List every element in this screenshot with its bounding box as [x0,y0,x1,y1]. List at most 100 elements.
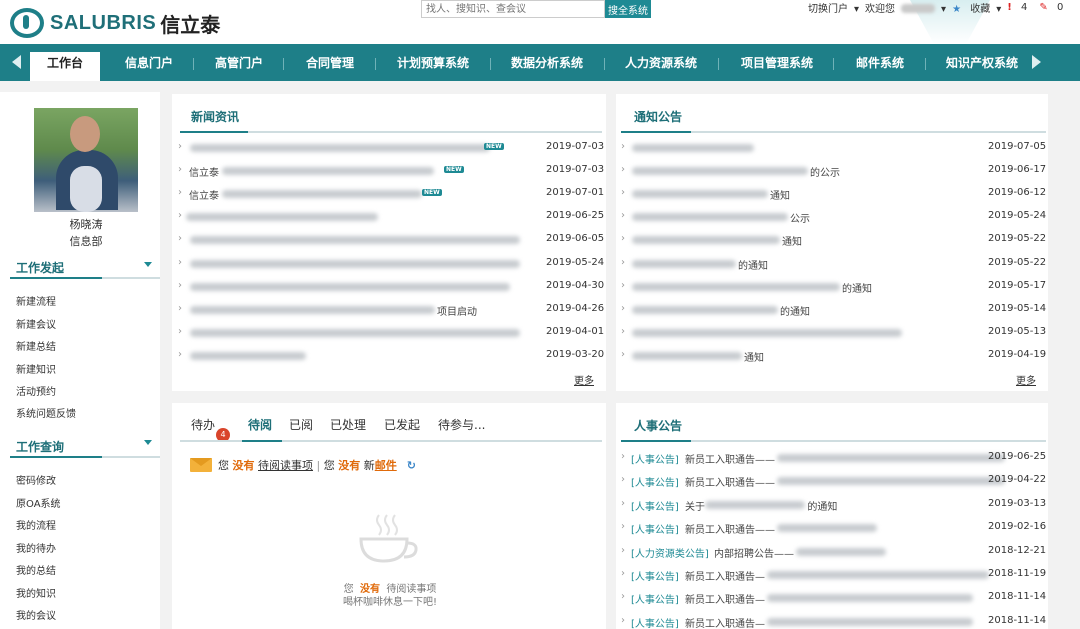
hr-category-tag[interactable]: [人事公告] [631,451,679,466]
notice-title-blurred[interactable] [632,351,742,360]
search-all-button[interactable]: 搜全系统 [605,0,651,18]
hr-title-text[interactable]: 内部招聘公告—— [714,545,794,560]
news-title-blurred[interactable] [190,328,520,337]
notice-title-blurred[interactable] [632,282,840,291]
tab-read[interactable]: 已阅 [289,416,313,433]
news-title-blurred[interactable] [222,190,422,199]
hr-category-tag[interactable]: [人事公告] [631,568,679,583]
notice-title-blurred[interactable] [632,190,768,199]
hr-title-blurred[interactable] [776,524,877,533]
news-title-blurred[interactable] [190,236,520,245]
news-title-blurred[interactable] [190,144,490,152]
notice-title-suffix[interactable]: 通知 [770,187,790,202]
tab-to-read[interactable]: 待阅 [248,416,272,433]
search-input[interactable] [421,0,605,18]
hr-title-blurred[interactable] [776,454,1005,462]
refresh-icon[interactable]: ↻ [407,459,416,472]
hr-title-text[interactable]: 新员工入职通告— [685,568,765,583]
hr-title-text[interactable]: 新员工入职通告—— [685,474,775,489]
hr-category-tag[interactable]: [人事公告] [631,474,679,489]
news-title-blurred[interactable] [190,351,306,360]
switch-portal-menu[interactable]: 切换门户 ▾ [808,0,859,15]
side-link-my-knowledge[interactable]: 我的知识 [16,585,56,600]
pending-read-link[interactable]: 待阅读事项 [258,457,313,473]
news-title-blurred[interactable] [186,213,378,222]
tab-to-participate[interactable]: 待参与... [438,416,485,433]
side-link-my-summary[interactable]: 我的总结 [16,562,56,577]
notice-title-blurred[interactable] [632,305,778,314]
hr-title-blurred[interactable] [766,594,973,603]
nav-tab-info-portal[interactable]: 信息门户 [112,54,186,70]
notice-title-suffix[interactable]: 通知 [744,349,764,364]
brand-logo[interactable]: SALUBRIS 信立泰 [10,8,220,38]
hr-title-blurred[interactable] [795,547,886,556]
side-link-old-oa[interactable]: 原OA系统 [16,495,61,510]
nav-tab-exec-portal[interactable]: 高管门户 [203,54,275,70]
side-link-booking[interactable]: 活动预约 [16,383,56,398]
side-link-my-flow[interactable]: 我的流程 [16,517,56,532]
hr-category-tag[interactable]: [人事公告] [631,498,679,513]
hr-title-suffix[interactable]: 的通知 [807,498,837,513]
notice-title-blurred[interactable] [632,144,754,152]
alert-counter[interactable]: ! 4 [1007,2,1033,13]
notice-title-blurred[interactable] [632,259,736,268]
hr-title-text[interactable]: 新员工入职通告—— [685,451,775,466]
hr-title-text[interactable]: 关于 [685,498,705,513]
side-link-new-summary[interactable]: 新建总结 [16,338,56,353]
side-link-new-knowledge[interactable]: 新建知识 [16,361,56,376]
hr-title-blurred[interactable] [705,500,806,509]
hr-category-tag[interactable]: [人事公告] [631,521,679,536]
hr-title-text[interactable]: 新员工入职通告— [685,615,765,629]
side-link-new-meeting[interactable]: 新建会议 [16,316,56,331]
notice-title-suffix[interactable]: 的通知 [842,280,872,295]
nav-tab-mail[interactable]: 邮件系统 [843,54,917,70]
nav-tab-ip[interactable]: 知识产权系统 [935,54,1029,70]
avatar[interactable] [34,108,138,212]
news-title-prefix[interactable]: 信立泰 [189,164,219,179]
hr-title-blurred[interactable] [776,477,1005,486]
nav-tab-project[interactable]: 项目管理系统 [730,54,824,70]
chevron-down-icon[interactable] [144,262,152,267]
news-more-link[interactable]: 更多 [574,372,594,387]
news-title-blurred[interactable] [190,259,520,268]
side-link-new-flow[interactable]: 新建流程 [16,293,56,308]
side-link-password[interactable]: 密码修改 [16,472,56,487]
tab-initiated[interactable]: 已发起 [384,416,420,433]
side-link-my-todo[interactable]: 我的待办 [16,540,56,555]
chevron-down-icon[interactable] [144,440,152,445]
side-link-feedback[interactable]: 系统问题反馈 [16,405,76,420]
news-title-blurred[interactable] [190,282,510,291]
hr-title-blurred[interactable] [766,617,973,626]
notice-title-blurred[interactable] [632,213,788,222]
notice-title-suffix[interactable]: 的公示 [810,164,840,179]
notice-title-suffix[interactable]: 的通知 [780,303,810,318]
nav-tab-workbench[interactable]: 工作台 [30,52,100,81]
notice-title-suffix[interactable]: 公示 [790,210,810,225]
hr-category-tag[interactable]: [人力资源类公告] [631,545,709,560]
notice-more-link[interactable]: 更多 [1016,372,1036,387]
notice-title-blurred[interactable] [632,236,780,245]
notice-title-blurred[interactable] [632,328,902,337]
notice-title-blurred[interactable] [632,167,808,176]
tab-todo[interactable]: 待办 [191,416,215,433]
notice-title-suffix[interactable]: 通知 [782,233,802,248]
side-link-my-meeting[interactable]: 我的会议 [16,607,56,622]
nav-tab-contract[interactable]: 合同管理 [294,54,366,70]
nav-tab-hr[interactable]: 人力资源系统 [614,54,708,70]
edit-counter[interactable]: ✎ 0 [1039,2,1069,13]
hr-title-text[interactable]: 新员工入职通告—— [685,521,775,536]
hr-category-tag[interactable]: [人事公告] [631,591,679,606]
news-title-blurred[interactable] [222,167,434,176]
news-title-suffix[interactable]: 项目启动 [437,303,477,318]
nav-tab-data-analysis[interactable]: 数据分析系统 [500,54,594,70]
news-title-blurred[interactable] [190,305,435,314]
notice-title-suffix[interactable]: 的通知 [738,257,768,272]
hr-title-text[interactable]: 新员工入职通告— [685,591,765,606]
nav-scroll-right-icon[interactable] [1032,55,1041,69]
tab-processed[interactable]: 已处理 [330,416,366,433]
favorites-menu[interactable]: ★ 收藏 ▾ [952,0,1001,15]
hr-title-blurred[interactable] [766,571,989,579]
nav-tab-budget[interactable]: 计划预算系统 [386,54,480,70]
hr-category-tag[interactable]: [人事公告] [631,615,679,629]
nav-scroll-left-icon[interactable] [12,55,21,69]
